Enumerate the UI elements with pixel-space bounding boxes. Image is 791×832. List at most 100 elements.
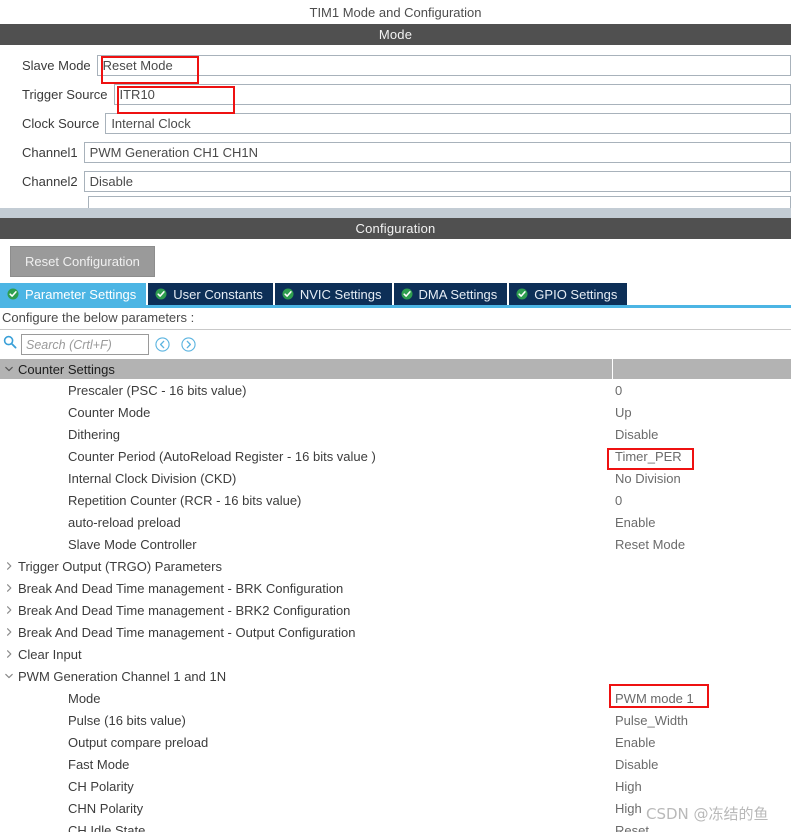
check-circle-icon — [401, 288, 413, 300]
check-circle-icon — [7, 288, 19, 300]
param-value[interactable]: No Division — [612, 471, 791, 486]
table-row[interactable]: Dithering Disable — [0, 423, 791, 445]
group-label: Break And Dead Time management - BRK Con… — [18, 580, 344, 596]
table-row[interactable]: Slave Mode Controller Reset Mode — [0, 533, 791, 555]
param-label: CHN Polarity — [68, 800, 144, 816]
tab-dma-settings[interactable]: DMA Settings — [393, 283, 508, 305]
configure-hint: Configure the below parameters : — [0, 305, 791, 330]
trigger-source-label: Trigger Source — [22, 87, 108, 102]
param-value[interactable]: Reset Mode — [612, 537, 791, 552]
param-label: Mode — [68, 690, 101, 706]
chevron-right-icon — [0, 649, 18, 659]
chevron-right-icon — [0, 627, 18, 637]
clock-source-label: Clock Source — [22, 116, 100, 131]
partial-row-combo[interactable] — [88, 196, 791, 208]
param-value[interactable]: 0 — [612, 383, 791, 398]
page-title: TIM1 Mode and Configuration — [0, 0, 791, 24]
tim1-configuration-screen: TIM1 Mode and Configuration Mode Slave M… — [0, 0, 791, 832]
table-row[interactable]: auto-reload preload Enable — [0, 511, 791, 533]
group-label: Break And Dead Time management - BRK2 Co… — [18, 602, 351, 618]
param-label: auto-reload preload — [68, 514, 181, 530]
param-value-counter-period[interactable]: Timer_PER — [612, 449, 791, 464]
table-row[interactable]: Counter Period (AutoReload Register - 16… — [0, 445, 791, 467]
mode-row-slave-mode: Slave Mode Reset Mode — [0, 51, 791, 80]
table-row[interactable]: Output compare preload Enable — [0, 731, 791, 753]
group-row-clear-input[interactable]: Clear Input — [0, 643, 791, 665]
check-circle-icon — [155, 288, 167, 300]
trigger-source-combo[interactable]: ITR10 — [113, 84, 791, 105]
param-value[interactable]: Disable — [612, 427, 791, 442]
param-label: CH Polarity — [68, 778, 134, 794]
param-label: Output compare preload — [68, 734, 209, 750]
group-label: Clear Input — [18, 646, 82, 662]
table-row[interactable]: Counter Mode Up — [0, 401, 791, 423]
chevron-right-circle-icon[interactable] — [175, 337, 201, 352]
check-circle-icon — [282, 288, 294, 300]
channel2-combo[interactable]: Disable — [83, 171, 791, 192]
chevron-left-circle-icon[interactable] — [149, 337, 175, 352]
channel1-combo[interactable]: PWM Generation CH1 CH1N — [83, 142, 791, 163]
search-input[interactable] — [21, 334, 149, 355]
search-icon — [3, 335, 17, 354]
chevron-right-icon — [0, 561, 18, 571]
group-row-pwm-generation[interactable]: PWM Generation Channel 1 and 1N — [0, 665, 791, 687]
mode-row-partial — [0, 196, 791, 208]
group-label: Break And Dead Time management - Output … — [18, 624, 356, 640]
reset-configuration-area: Reset Configuration — [0, 239, 791, 283]
clock-source-combo[interactable]: Internal Clock — [105, 113, 791, 134]
tab-label: User Constants — [173, 286, 263, 302]
group-label: Counter Settings — [18, 361, 115, 377]
tab-label: NVIC Settings — [299, 286, 382, 302]
channel2-label: Channel2 — [22, 174, 78, 189]
param-value[interactable]: 0 — [612, 493, 791, 508]
param-value[interactable]: High — [612, 779, 791, 794]
group-header-counter-settings[interactable]: Counter Settings — [0, 359, 791, 379]
group-row-brk2-configuration[interactable]: Break And Dead Time management - BRK2 Co… — [0, 599, 791, 621]
param-label: Counter Mode — [68, 404, 151, 420]
param-value[interactable]: Disable — [612, 757, 791, 772]
table-row[interactable]: Pulse (16 bits value) Pulse_Width — [0, 709, 791, 731]
table-row[interactable]: Repetition Counter (RCR - 16 bits value)… — [0, 489, 791, 511]
search-row — [0, 330, 791, 359]
tab-parameter-settings[interactable]: Parameter Settings — [0, 283, 147, 305]
check-circle-icon — [516, 288, 528, 300]
tab-gpio-settings[interactable]: GPIO Settings — [509, 283, 628, 305]
table-row[interactable]: Prescaler (PSC - 16 bits value) 0 — [0, 379, 791, 401]
group-row-trigger-output[interactable]: Trigger Output (TRGO) Parameters — [0, 555, 791, 577]
param-value[interactable]: Enable — [612, 735, 791, 750]
param-label: Counter Period (AutoReload Register - 16… — [68, 448, 376, 464]
mode-row-clock-source: Clock Source Internal Clock — [0, 109, 791, 138]
channel1-label: Channel1 — [22, 145, 78, 160]
mode-row-channel1: Channel1 PWM Generation CH1 CH1N — [0, 138, 791, 167]
param-value[interactable]: Enable — [612, 515, 791, 530]
mode-section-bar: Mode — [0, 24, 791, 45]
param-value[interactable]: Pulse_Width — [612, 713, 791, 728]
settings-tabbar: Parameter Settings User Constants NVIC S… — [0, 283, 791, 308]
table-row[interactable]: CH Polarity High — [0, 775, 791, 797]
table-row[interactable]: Fast Mode Disable — [0, 753, 791, 775]
reset-configuration-button[interactable]: Reset Configuration — [10, 245, 155, 277]
panel-divider — [0, 208, 791, 218]
mode-panel: Slave Mode Reset Mode Trigger Source ITR… — [0, 45, 791, 208]
configuration-section-bar: Configuration — [0, 218, 791, 239]
param-label: Dithering — [68, 426, 121, 442]
param-value[interactable]: Up — [612, 405, 791, 420]
mode-row-channel2: Channel2 Disable — [0, 167, 791, 196]
chevron-down-icon — [0, 364, 18, 374]
tab-label: DMA Settings — [418, 286, 498, 302]
table-row[interactable]: Mode PWM mode 1 — [0, 687, 791, 709]
group-row-output-configuration[interactable]: Break And Dead Time management - Output … — [0, 621, 791, 643]
chevron-right-icon — [0, 605, 18, 615]
parameter-tree: Counter Settings Prescaler (PSC - 16 bit… — [0, 359, 791, 832]
param-label: Repetition Counter (RCR - 16 bits value) — [68, 492, 302, 508]
tab-user-constants[interactable]: User Constants — [148, 283, 273, 305]
tabbar-underline — [0, 305, 791, 308]
group-row-brk-configuration[interactable]: Break And Dead Time management - BRK Con… — [0, 577, 791, 599]
param-label: Slave Mode Controller — [68, 536, 197, 552]
table-row[interactable]: Internal Clock Division (CKD) No Divisio… — [0, 467, 791, 489]
param-value-pwm-mode[interactable]: PWM mode 1 — [612, 691, 791, 706]
tab-nvic-settings[interactable]: NVIC Settings — [274, 283, 392, 305]
slave-mode-combo[interactable]: Reset Mode — [96, 55, 791, 76]
param-label: Pulse (16 bits value) — [68, 712, 186, 728]
param-label: CH Idle State — [68, 822, 146, 832]
